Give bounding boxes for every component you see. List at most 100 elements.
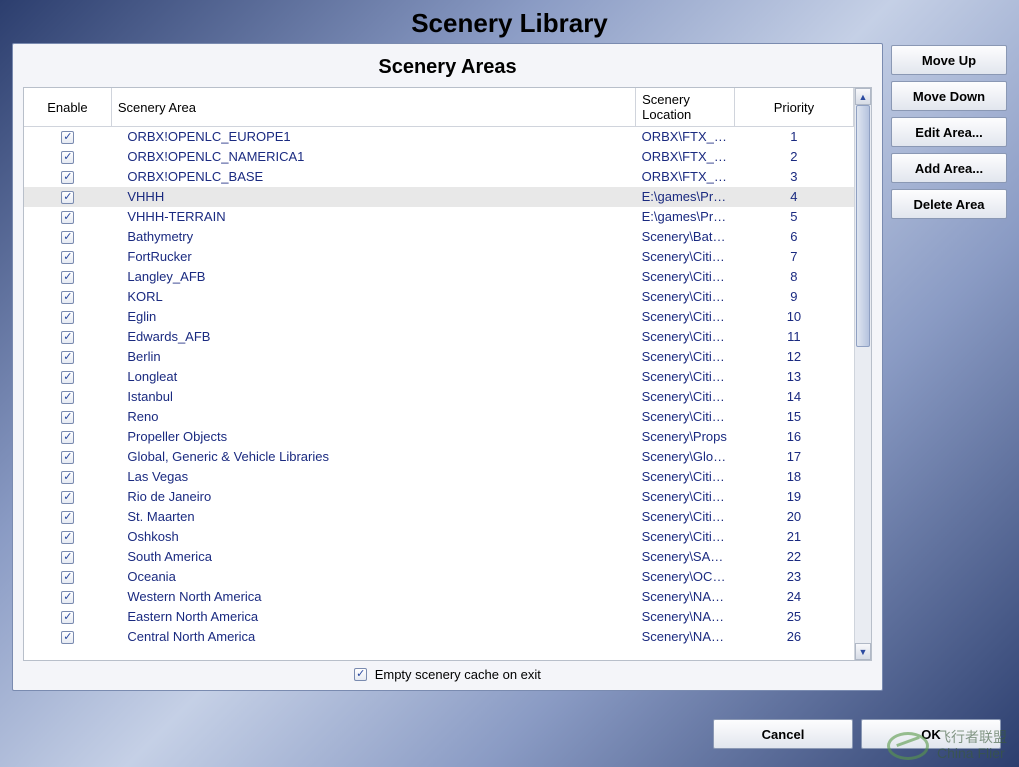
enable-checkbox[interactable] xyxy=(61,371,74,384)
row-location-cell[interactable]: Scenery\OCEN xyxy=(636,567,735,587)
row-location-cell[interactable]: ORBX\FTX_OLC\OLC_EU1 xyxy=(636,127,735,147)
row-enable-cell[interactable] xyxy=(24,267,111,287)
row-area-cell[interactable]: Rio de Janeiro xyxy=(111,487,635,507)
row-location-cell[interactable]: Scenery\Cities\Rio xyxy=(636,487,735,507)
table-row[interactable]: KORLScenery\Cities\KORL_OrlandoExecutive… xyxy=(24,287,854,307)
row-location-cell[interactable]: Scenery\NAMW xyxy=(636,587,735,607)
enable-checkbox[interactable] xyxy=(61,131,74,144)
row-area-cell[interactable]: FortRucker xyxy=(111,247,635,267)
row-enable-cell[interactable] xyxy=(24,127,111,147)
table-row[interactable]: BerlinScenery\Cities\Berlin12 xyxy=(24,347,854,367)
row-location-cell[interactable]: Scenery\Cities\Reno xyxy=(636,407,735,427)
empty-cache-checkbox[interactable] xyxy=(354,668,367,681)
scroll-track[interactable] xyxy=(855,105,871,643)
row-enable-cell[interactable] xyxy=(24,467,111,487)
table-row[interactable]: IstanbulScenery\Cities\Istanbul14 xyxy=(24,387,854,407)
enable-checkbox[interactable] xyxy=(61,271,74,284)
row-area-cell[interactable]: KORL xyxy=(111,287,635,307)
row-enable-cell[interactable] xyxy=(24,227,111,247)
row-location-cell[interactable]: Scenery\Cities\Edwards_AFB xyxy=(636,327,735,347)
table-row[interactable]: Central North AmericaScenery\NAMC26 xyxy=(24,627,854,647)
row-enable-cell[interactable] xyxy=(24,427,111,447)
row-area-cell[interactable]: St. Maarten xyxy=(111,507,635,527)
col-area[interactable]: Scenery Area xyxy=(111,88,635,127)
row-enable-cell[interactable] xyxy=(24,287,111,307)
table-row[interactable]: OceaniaScenery\OCEN23 xyxy=(24,567,854,587)
row-enable-cell[interactable] xyxy=(24,167,111,187)
add-area-button[interactable]: Add Area... xyxy=(891,153,1007,183)
row-location-cell[interactable]: ORBX\FTX_OLC\OLC_AA xyxy=(636,167,735,187)
enable-checkbox[interactable] xyxy=(61,391,74,404)
table-row[interactable]: South AmericaScenery\SAME22 xyxy=(24,547,854,567)
enable-checkbox[interactable] xyxy=(61,571,74,584)
row-enable-cell[interactable] xyxy=(24,547,111,567)
enable-checkbox[interactable] xyxy=(61,151,74,164)
table-row[interactable]: BathymetryScenery\Bathymetry6 xyxy=(24,227,854,247)
row-enable-cell[interactable] xyxy=(24,247,111,267)
row-enable-cell[interactable] xyxy=(24,367,111,387)
row-enable-cell[interactable] xyxy=(24,587,111,607)
enable-checkbox[interactable] xyxy=(61,431,74,444)
row-location-cell[interactable]: Scenery\Cities\KORL_OrlandoExecutive xyxy=(636,287,735,307)
row-enable-cell[interactable] xyxy=(24,487,111,507)
enable-checkbox[interactable] xyxy=(61,511,74,524)
table-row[interactable]: VHHHE:\games\Prepar3D v2\Addon Scenery\V… xyxy=(24,187,854,207)
enable-checkbox[interactable] xyxy=(61,211,74,224)
row-location-cell[interactable]: Scenery\Cities\LasVegas xyxy=(636,467,735,487)
row-area-cell[interactable]: Propeller Objects xyxy=(111,427,635,447)
row-area-cell[interactable]: VHHH xyxy=(111,187,635,207)
table-row[interactable]: Langley_AFBScenery\Cities\KLFI_Langley_A… xyxy=(24,267,854,287)
table-row[interactable]: Global, Generic & Vehicle LibrariesScene… xyxy=(24,447,854,467)
move-down-button[interactable]: Move Down xyxy=(891,81,1007,111)
row-area-cell[interactable]: Edwards_AFB xyxy=(111,327,635,347)
row-enable-cell[interactable] xyxy=(24,207,111,227)
row-location-cell[interactable]: Scenery\Props xyxy=(636,427,735,447)
table-row[interactable]: LongleatScenery\Cities\Longleat13 xyxy=(24,367,854,387)
row-location-cell[interactable]: Scenery\Global xyxy=(636,447,735,467)
row-location-cell[interactable]: Scenery\Cities\KLFI_Langley_AFB xyxy=(636,267,735,287)
enable-checkbox[interactable] xyxy=(61,311,74,324)
edit-area-button[interactable]: Edit Area... xyxy=(891,117,1007,147)
row-area-cell[interactable]: Oshkosh xyxy=(111,527,635,547)
row-area-cell[interactable]: Central North America xyxy=(111,627,635,647)
enable-checkbox[interactable] xyxy=(61,611,74,624)
enable-checkbox[interactable] xyxy=(61,171,74,184)
ok-button[interactable]: OK xyxy=(861,719,1001,749)
row-area-cell[interactable]: Berlin xyxy=(111,347,635,367)
row-location-cell[interactable]: Scenery\Cities\FortRucker xyxy=(636,247,735,267)
enable-checkbox[interactable] xyxy=(61,471,74,484)
enable-checkbox[interactable] xyxy=(61,451,74,464)
table-row[interactable]: Las VegasScenery\Cities\LasVegas18 xyxy=(24,467,854,487)
scroll-up-arrow-icon[interactable]: ▲ xyxy=(855,88,871,105)
table-row[interactable]: VHHH-TERRAINE:\games\Prepar3D v2\Addon S… xyxy=(24,207,854,227)
cancel-button[interactable]: Cancel xyxy=(713,719,853,749)
row-location-cell[interactable]: E:\games\Prepar3D v2\Addon Scenery\VHHH\… xyxy=(636,187,735,207)
enable-checkbox[interactable] xyxy=(61,631,74,644)
row-enable-cell[interactable] xyxy=(24,527,111,547)
scroll-thumb[interactable] xyxy=(856,105,870,347)
row-enable-cell[interactable] xyxy=(24,147,111,167)
enable-checkbox[interactable] xyxy=(61,231,74,244)
row-area-cell[interactable]: ORBX!OPENLC_NAMERICA1 xyxy=(111,147,635,167)
col-priority[interactable]: Priority xyxy=(734,88,853,127)
vertical-scrollbar[interactable]: ▲ ▼ xyxy=(854,88,871,660)
row-location-cell[interactable]: Scenery\NAMC xyxy=(636,627,735,647)
enable-checkbox[interactable] xyxy=(61,351,74,364)
row-location-cell[interactable]: Scenery\Cities\Oshkosh xyxy=(636,527,735,547)
table-row[interactable]: EglinScenery\Cities\Eglin10 xyxy=(24,307,854,327)
table-row[interactable]: Rio de JaneiroScenery\Cities\Rio19 xyxy=(24,487,854,507)
enable-checkbox[interactable] xyxy=(61,291,74,304)
row-enable-cell[interactable] xyxy=(24,607,111,627)
row-location-cell[interactable]: Scenery\Cities\Istanbul xyxy=(636,387,735,407)
col-enable[interactable]: Enable xyxy=(24,88,111,127)
row-area-cell[interactable]: Longleat xyxy=(111,367,635,387)
row-area-cell[interactable]: Reno xyxy=(111,407,635,427)
row-area-cell[interactable]: Western North America xyxy=(111,587,635,607)
row-area-cell[interactable]: ORBX!OPENLC_BASE xyxy=(111,167,635,187)
table-row[interactable]: ORBX!OPENLC_EUROPE1ORBX\FTX_OLC\OLC_EU11 xyxy=(24,127,854,147)
row-enable-cell[interactable] xyxy=(24,327,111,347)
move-up-button[interactable]: Move Up xyxy=(891,45,1007,75)
row-enable-cell[interactable] xyxy=(24,347,111,367)
enable-checkbox[interactable] xyxy=(61,491,74,504)
enable-checkbox[interactable] xyxy=(61,251,74,264)
